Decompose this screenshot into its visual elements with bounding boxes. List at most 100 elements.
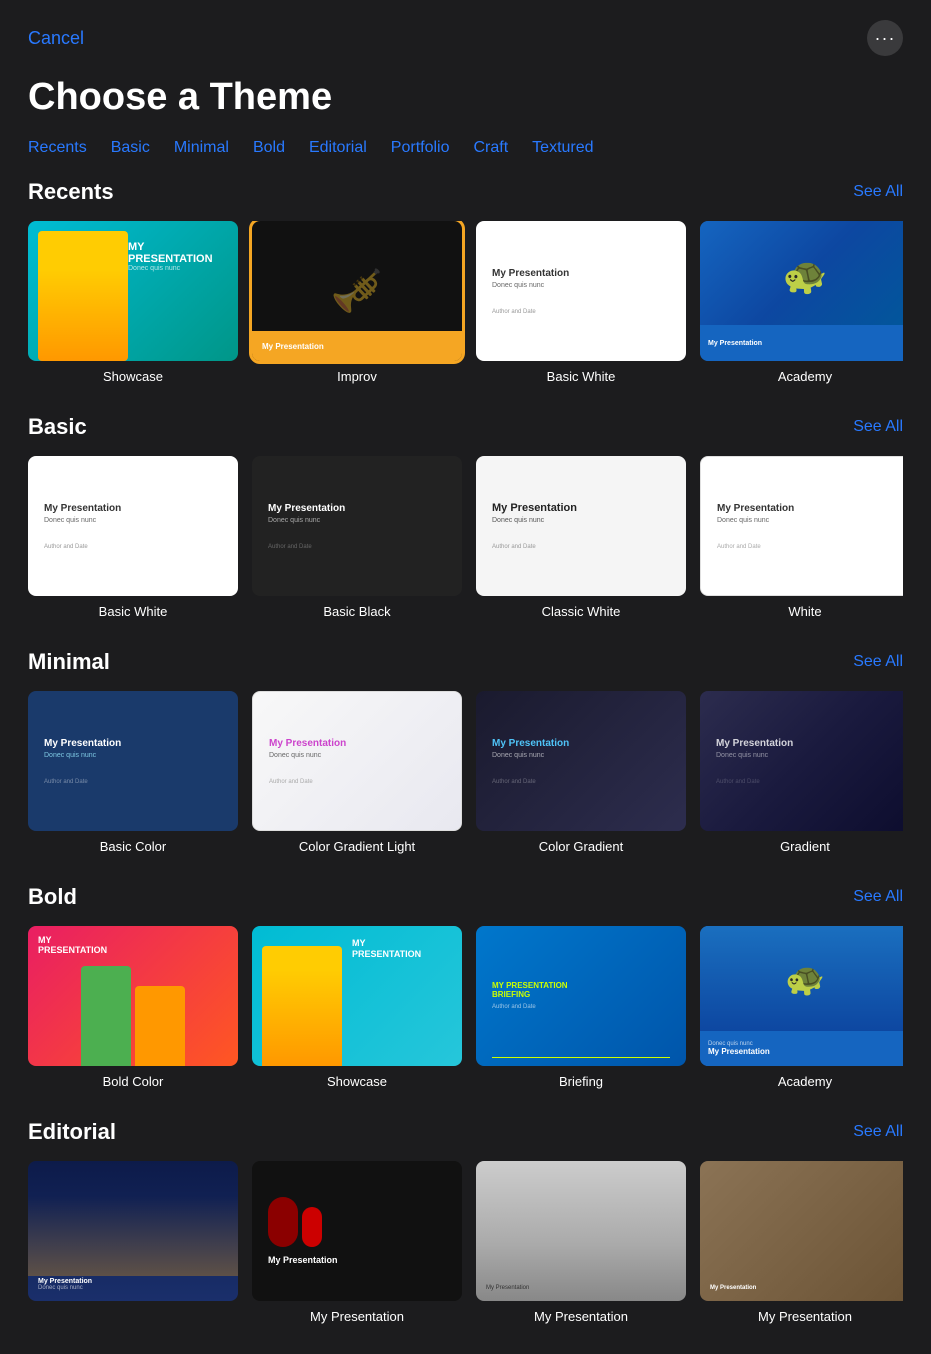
card-showcase-recent[interactable]: MYPRESENTATION Donec quis nunc Showcase bbox=[28, 221, 238, 384]
card-thumb-editorial-3: My Presentation bbox=[476, 1161, 686, 1301]
bw-author: Author and Date bbox=[492, 309, 670, 315]
shape2 bbox=[302, 1207, 322, 1247]
nav-tabs: Recents Basic Minimal Bold Editorial Por… bbox=[0, 137, 931, 179]
cgl-title: My Presentation bbox=[269, 738, 445, 749]
card-label-basic-black: Basic Black bbox=[252, 604, 462, 619]
card-thumb-bold-color: MYPRESENTATION bbox=[28, 926, 238, 1066]
bw-title: My Presentation bbox=[492, 268, 670, 279]
card-gradient[interactable]: My Presentation Donec quis nunc Author a… bbox=[700, 691, 903, 854]
card-bold-color[interactable]: MYPRESENTATION Bold Color bbox=[28, 926, 238, 1089]
card-label-bold-showcase: Showcase bbox=[252, 1074, 462, 1089]
see-all-bold-button[interactable]: See All bbox=[853, 888, 903, 906]
bold-showcase-text: MYPRESENTATION bbox=[352, 938, 421, 960]
tab-recents[interactable]: Recents bbox=[28, 137, 87, 159]
bold-academy-t2: My Presentation bbox=[708, 1047, 770, 1056]
w-title: My Presentation bbox=[717, 503, 893, 514]
card-thumb-showcase: MYPRESENTATION Donec quis nunc bbox=[28, 221, 238, 361]
card-bold-showcase[interactable]: MYPRESENTATION Showcase bbox=[252, 926, 462, 1089]
editorial-1-t2: Donec quis nunc bbox=[38, 1285, 228, 1291]
bw2-sub: Donec quis nunc bbox=[44, 517, 222, 524]
card-briefing[interactable]: MY PRESENTATIONBriefing Author and Date … bbox=[476, 926, 686, 1089]
bb-title: My Presentation bbox=[268, 503, 446, 514]
gr-sub: Donec quis nunc bbox=[716, 752, 894, 759]
tab-bold[interactable]: Bold bbox=[253, 137, 285, 159]
editorial-4-t1: My Presentation bbox=[710, 1285, 756, 1291]
shape1 bbox=[268, 1197, 298, 1247]
see-all-minimal-button[interactable]: See All bbox=[853, 653, 903, 671]
card-academy-recent[interactable]: 🐢 My Presentation Academy bbox=[700, 221, 903, 384]
card-label-showcase: Showcase bbox=[28, 369, 238, 384]
basic-cards-row: My Presentation Donec quis nunc Author a… bbox=[28, 456, 903, 619]
card-thumb-bold-academy: 🐢 Donec quis nunc My Presentation bbox=[700, 926, 903, 1066]
card-editorial-4[interactable]: My Presentation My Presentation bbox=[700, 1161, 903, 1324]
bridge-visual: My Presentation bbox=[476, 1161, 686, 1301]
section-title-bold: Bold bbox=[28, 884, 77, 910]
card-color-gradient-light[interactable]: My Presentation Donec quis nunc Author a… bbox=[252, 691, 462, 854]
tab-basic[interactable]: Basic bbox=[111, 137, 150, 159]
bold-showcase-person bbox=[262, 946, 342, 1066]
card-basic-color[interactable]: My Presentation Donec quis nunc Author a… bbox=[28, 691, 238, 854]
bold-color-people bbox=[81, 966, 185, 1066]
bold-color-text: MYPRESENTATION bbox=[38, 936, 107, 956]
person1 bbox=[81, 966, 131, 1066]
card-bold-academy[interactable]: 🐢 Donec quis nunc My Presentation Academ… bbox=[700, 926, 903, 1089]
briefing-text: MY PRESENTATIONBriefing bbox=[492, 982, 670, 1000]
card-editorial-2[interactable]: My Presentation My Presentation bbox=[252, 1161, 462, 1324]
tab-craft[interactable]: Craft bbox=[474, 137, 509, 159]
editorial-1-t1: My Presentation bbox=[38, 1278, 228, 1285]
building-visual bbox=[28, 1196, 238, 1276]
card-basic-white[interactable]: My Presentation Donec quis nunc Author a… bbox=[28, 456, 238, 619]
section-title-minimal: Minimal bbox=[28, 649, 110, 675]
bridge-text: My Presentation bbox=[486, 1285, 529, 1291]
cw-author: Author and Date bbox=[492, 544, 670, 550]
card-thumb-basic-white: My Presentation Donec quis nunc Author a… bbox=[28, 456, 238, 596]
bold-academy-bar: Donec quis nunc My Presentation bbox=[700, 1031, 903, 1066]
card-classic-white[interactable]: My Presentation Donec quis nunc Author a… bbox=[476, 456, 686, 619]
tab-portfolio[interactable]: Portfolio bbox=[391, 137, 450, 159]
see-all-recents-button[interactable]: See All bbox=[853, 183, 903, 201]
card-basic-black[interactable]: My Presentation Donec quis nunc Author a… bbox=[252, 456, 462, 619]
turtle-bg: 🐢 bbox=[700, 221, 903, 331]
card-thumb-editorial-4: My Presentation bbox=[700, 1161, 903, 1301]
showcase-person bbox=[38, 231, 128, 361]
section-header-editorial: Editorial See All bbox=[28, 1119, 903, 1145]
section-header-bold: Bold See All bbox=[28, 884, 903, 910]
tab-textured[interactable]: Textured bbox=[532, 137, 593, 159]
section-header-recents: Recents See All bbox=[28, 179, 903, 205]
gr-author: Author and Date bbox=[716, 779, 894, 785]
see-all-basic-button[interactable]: See All bbox=[853, 418, 903, 436]
card-label-cgl: Color Gradient Light bbox=[252, 839, 462, 854]
tab-editorial[interactable]: Editorial bbox=[309, 137, 367, 159]
bw2-author: Author and Date bbox=[44, 544, 222, 550]
card-basic-white-recent[interactable]: My Presentation Donec quis nunc Author a… bbox=[476, 221, 686, 384]
card-label-cg: Color Gradient bbox=[476, 839, 686, 854]
card-white[interactable]: My Presentation Donec quis nunc Author a… bbox=[700, 456, 903, 619]
cw-sub: Donec quis nunc bbox=[492, 517, 670, 524]
improv-bar: My Presentation bbox=[252, 331, 462, 361]
card-label-white: White bbox=[700, 604, 903, 619]
card-improv[interactable]: 🎺 My Presentation Improv bbox=[252, 221, 462, 384]
bc-author: Author and Date bbox=[44, 779, 222, 785]
section-title-recents: Recents bbox=[28, 179, 114, 205]
cancel-button[interactable]: Cancel bbox=[28, 28, 84, 49]
bc-title: My Presentation bbox=[44, 738, 222, 749]
section-minimal: Minimal See All My Presentation Donec qu… bbox=[0, 649, 931, 884]
card-label-basic-color: Basic Color bbox=[28, 839, 238, 854]
showcase-t1: MYPRESENTATION bbox=[128, 241, 213, 265]
card-editorial-1[interactable]: My Presentation Donec quis nunc bbox=[28, 1161, 238, 1324]
tab-minimal[interactable]: Minimal bbox=[174, 137, 229, 159]
card-editorial-3[interactable]: My Presentation My Presentation bbox=[476, 1161, 686, 1324]
card-thumb-basic-white-recent: My Presentation Donec quis nunc Author a… bbox=[476, 221, 686, 361]
cg-author: Author and Date bbox=[492, 779, 670, 785]
card-color-gradient[interactable]: My Presentation Donec quis nunc Author a… bbox=[476, 691, 686, 854]
card-label-editorial-3: My Presentation bbox=[476, 1309, 686, 1324]
section-title-editorial: Editorial bbox=[28, 1119, 116, 1145]
card-thumb-improv: 🎺 My Presentation bbox=[252, 221, 462, 361]
card-label-editorial-4: My Presentation bbox=[700, 1309, 903, 1324]
section-basic: Basic See All My Presentation Donec quis… bbox=[0, 414, 931, 649]
see-all-editorial-button[interactable]: See All bbox=[853, 1123, 903, 1141]
card-label-gradient: Gradient bbox=[700, 839, 903, 854]
card-thumb-white: My Presentation Donec quis nunc Author a… bbox=[700, 456, 903, 596]
more-options-button[interactable]: ··· bbox=[867, 20, 903, 56]
card-label-improv: Improv bbox=[252, 369, 462, 384]
